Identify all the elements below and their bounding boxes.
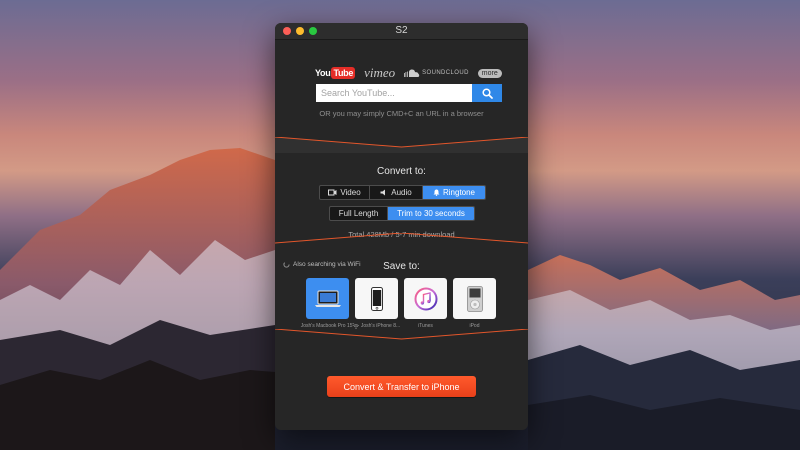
source-logos: You Tube vimeo SOUNDCLOUD more: [315, 65, 502, 81]
search-icon: [481, 87, 493, 99]
film-icon: [328, 189, 337, 196]
youtube-logo[interactable]: You Tube: [315, 67, 356, 79]
device-ipod[interactable]: iPod: [453, 278, 496, 329]
length-selector: Full Length Trim to 30 seconds: [329, 206, 475, 221]
bell-icon: [433, 189, 440, 196]
full-length-option[interactable]: Full Length: [330, 207, 388, 220]
format-video-option[interactable]: Video: [320, 186, 370, 199]
device-iphone[interactable]: Josh's iPhone 8...: [352, 278, 400, 329]
app-window: S2 YouTube vimeo SOUNDCLOUD more OR you …: [275, 23, 528, 430]
section-divider: [275, 137, 528, 153]
format-ringtone-option[interactable]: Ringtone: [423, 186, 485, 199]
device-itunes[interactable]: iTunes: [404, 278, 447, 329]
more-sources-button[interactable]: more: [477, 68, 502, 78]
window-title: S2: [395, 25, 408, 36]
section-divider: [275, 329, 528, 340]
section-divider: [275, 233, 528, 244]
search-button[interactable]: [472, 84, 502, 102]
vimeo-logo[interactable]: vimeo: [364, 65, 395, 81]
speaker-icon: [380, 189, 386, 196]
device-tile: [306, 278, 349, 319]
iphone-icon: [370, 286, 383, 311]
trim-30-seconds-option[interactable]: Trim to 30 seconds: [388, 207, 474, 220]
search-input[interactable]: [316, 84, 472, 102]
search-bar: [316, 84, 502, 102]
format-selector: Video Audio Ringtone: [319, 185, 486, 200]
soundcloud-icon: [404, 69, 420, 77]
device-macbook[interactable]: Josh's Macbook Pro 15": [301, 278, 354, 329]
wifi-icon: [352, 323, 359, 329]
device-list: Josh's Macbook Pro 15" Josh's iPhone 8..…: [301, 278, 496, 329]
format-audio-option[interactable]: Audio: [370, 186, 423, 199]
ipod-icon: [466, 285, 483, 312]
soundcloud-logo[interactable]: SOUNDCLOUD: [404, 69, 469, 77]
itunes-icon: [414, 287, 437, 310]
device-tile: [355, 278, 398, 319]
convert-transfer-button[interactable]: Convert & Transfer to iPhone: [327, 376, 476, 397]
search-hint: OR you may simply CMD+C an URL in a brow…: [319, 109, 484, 118]
macbook-icon: [314, 290, 341, 307]
title-bar: S2: [275, 23, 528, 40]
convert-title: Convert to:: [377, 166, 426, 177]
device-tile: [404, 278, 447, 319]
device-tile: [453, 278, 496, 319]
save-title: Save to:: [383, 261, 420, 272]
